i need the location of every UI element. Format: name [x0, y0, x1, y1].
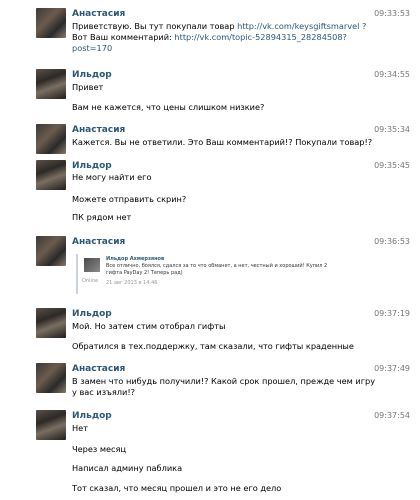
- message-time: 09:37:54: [374, 411, 410, 420]
- message-text: Привет: [72, 82, 104, 92]
- message-text: Вот Ваш комментарий: http://vk.com/topic…: [72, 32, 347, 43]
- link[interactable]: http://vk.com/keysgiftsmarvel ?: [237, 21, 366, 31]
- message-author[interactable]: Анастасия: [72, 364, 125, 374]
- forwarded-author[interactable]: Ильдор Ахмерзянов: [106, 256, 164, 262]
- avatar[interactable]: [36, 160, 66, 190]
- avatar[interactable]: [36, 308, 66, 338]
- message-text: Нет: [72, 423, 88, 433]
- avatar[interactable]: [36, 236, 66, 266]
- chat-history: Анастасия 09:33:53 Приветствую. Вы тут п…: [0, 0, 420, 500]
- message-author[interactable]: Анастасия: [72, 237, 125, 247]
- avatar[interactable]: [36, 363, 66, 393]
- message-text: post=170: [72, 43, 112, 54]
- message-text: ПК рядом нет: [72, 212, 132, 222]
- message-author[interactable]: Ильдор: [72, 411, 112, 421]
- message-text: Кажется. Вы не ответили. Это Ваш коммент…: [72, 137, 373, 147]
- message-time: 09:33:53: [374, 9, 410, 18]
- message-author[interactable]: Ильдор: [72, 309, 112, 319]
- link[interactable]: http://vk.com/topic-52894315_28284508?: [174, 32, 346, 42]
- message-time: 09:35:45: [374, 161, 410, 170]
- avatar[interactable]: [84, 258, 100, 272]
- message-text: Не могу найти его: [72, 172, 152, 182]
- message-time: 09:37:19: [374, 309, 410, 318]
- message-text: у вас изъяли!?: [72, 387, 135, 397]
- message-text: Через месяц: [72, 444, 127, 454]
- message-time: 09:34:55: [374, 70, 410, 79]
- message-time: 09:36:53: [374, 237, 410, 246]
- online-status: Online: [82, 278, 99, 284]
- avatar[interactable]: [36, 410, 66, 440]
- forwarded-message[interactable]: Online Ильдор Ахмерзянов Все отлично, бо…: [76, 254, 336, 294]
- link[interactable]: post=170: [72, 43, 112, 53]
- message-text: Тот сказал, что месяц прошел и это не ег…: [72, 483, 282, 493]
- message-author[interactable]: Ильдор: [72, 70, 112, 80]
- avatar[interactable]: [36, 69, 66, 99]
- avatar[interactable]: [36, 8, 66, 38]
- message-text: Мой. Но затем стим отобрал гифты: [72, 321, 226, 331]
- text-segment: Вот Ваш комментарий:: [72, 32, 175, 42]
- avatar[interactable]: [36, 124, 66, 154]
- forwarded-text: Все отлично, боялся, сдался за то что об…: [106, 263, 328, 276]
- text-segment: Приветствую. Вы тут покупали товар: [72, 21, 238, 31]
- message-author[interactable]: Ильдор: [72, 161, 112, 171]
- message-text: Обратился в тех.поддержку, там сказали, …: [72, 341, 354, 351]
- message-text: В замен что нибудь получили!? Какой срок…: [72, 376, 376, 386]
- message-time: 09:37:49: [374, 364, 410, 373]
- message-text: Вам не кажется, что цены слишком низкие?: [72, 102, 265, 112]
- message-time: 09:35:34: [374, 125, 410, 134]
- message-text: Можете отправить скрин?: [72, 194, 187, 204]
- message-author[interactable]: Анастасия: [72, 9, 125, 19]
- message-text: Написал админу паблика: [72, 463, 183, 473]
- message-text: Приветствую. Вы тут покупали товар http:…: [72, 21, 366, 32]
- forwarded-date[interactable]: 21 авг 2013 в 14:46: [106, 280, 157, 286]
- message-author[interactable]: Анастасия: [72, 125, 125, 135]
